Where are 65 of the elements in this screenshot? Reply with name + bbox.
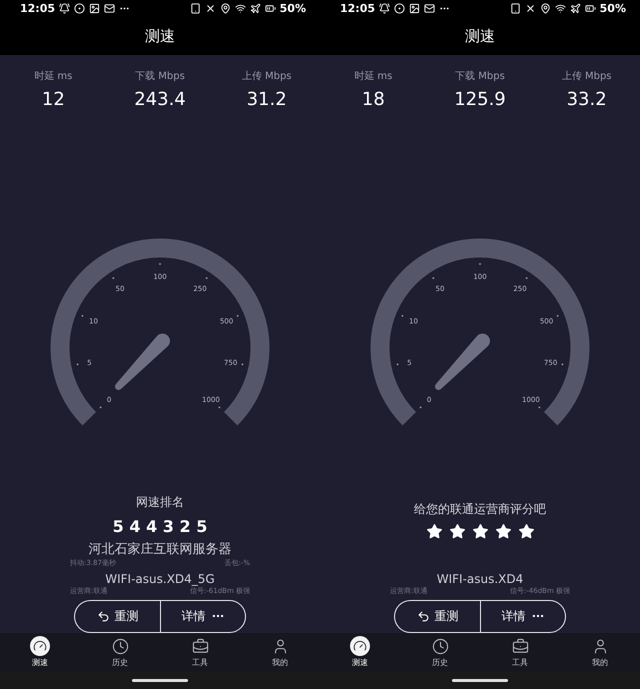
x-icon [524, 3, 536, 14]
nav-tab[interactable]: 测速 [320, 632, 400, 672]
home-indicator[interactable] [132, 679, 188, 682]
nav-tab[interactable]: 我的 [560, 632, 640, 672]
battery-percent: 50% [280, 2, 306, 16]
stat-label: 下载 Mbps [135, 70, 185, 83]
home-indicator[interactable] [452, 679, 508, 682]
star-icon[interactable] [448, 522, 466, 540]
bell-icon [59, 3, 70, 14]
star-icon[interactable] [472, 522, 488, 540]
stat-value: 33.2 [566, 88, 607, 110]
stat-label: 下载 Mbps [455, 70, 505, 83]
mail-icon [104, 3, 116, 14]
ranking-title: 网速排名 [136, 494, 184, 511]
star-icon[interactable] [518, 522, 534, 540]
circle-icon [74, 3, 86, 14]
nav-tab[interactable]: 我的 [240, 632, 320, 672]
rating-prompt: 给您的联通运营商评分吧 [414, 500, 546, 518]
gauge-needle [114, 333, 170, 390]
battery-percent: 50% [600, 2, 626, 16]
nav-tab[interactable]: 工具 [480, 632, 560, 672]
location-icon [540, 3, 551, 14]
server-name: 河北石家庄互联网服务器 [88, 540, 232, 558]
mail-icon [424, 3, 436, 14]
location-icon [220, 3, 231, 14]
wifi-name: WIFI-asus.XD4 [436, 572, 524, 586]
image-icon [409, 3, 420, 14]
undo-icon [96, 610, 110, 623]
undo-icon [416, 610, 430, 623]
stat-label: 时延 ms [34, 70, 72, 83]
gauge-icon [350, 636, 370, 656]
star-icon[interactable] [494, 522, 512, 540]
stat-value: 18 [362, 88, 385, 110]
airplane-icon [570, 3, 581, 14]
stat-label: 时延 ms [354, 70, 392, 83]
nav-tab[interactable]: 测速 [0, 632, 80, 672]
stat-value: 125.9 [454, 88, 506, 110]
circle-icon [394, 3, 406, 14]
stat-value: 243.4 [134, 88, 186, 110]
tablet-icon [510, 3, 521, 14]
status-time: 12:05 [20, 2, 56, 16]
wifi-name: WIFI-asus.XD4_5G [105, 572, 215, 586]
x-icon [204, 3, 216, 14]
ranking-digits: 5 4 4 3 2 5 [112, 516, 208, 536]
gauge-needle [434, 333, 490, 390]
battery-icon [264, 3, 276, 14]
screen-title: 测速 [145, 26, 175, 46]
bell-icon [379, 3, 390, 14]
status-time: 12:05 [340, 2, 376, 16]
gauge-icon [30, 636, 50, 656]
airplane-icon [250, 3, 261, 14]
stat-label: 上传 Mbps [562, 70, 612, 83]
stat-label: 上传 Mbps [242, 70, 292, 83]
star-icon[interactable] [426, 522, 442, 540]
tablet-icon [190, 3, 201, 14]
screen-title: 测速 [465, 26, 495, 46]
clock-icon [110, 636, 130, 656]
image-icon [89, 3, 100, 14]
stat-value: 12 [42, 88, 65, 110]
clock-icon [430, 636, 450, 656]
nav-tab[interactable]: 历史 [400, 632, 480, 672]
nav-tab[interactable]: 历史 [80, 632, 160, 672]
battery-icon [584, 3, 596, 14]
stat-value: 31.2 [246, 88, 287, 110]
nav-tab[interactable]: 工具 [160, 632, 240, 672]
